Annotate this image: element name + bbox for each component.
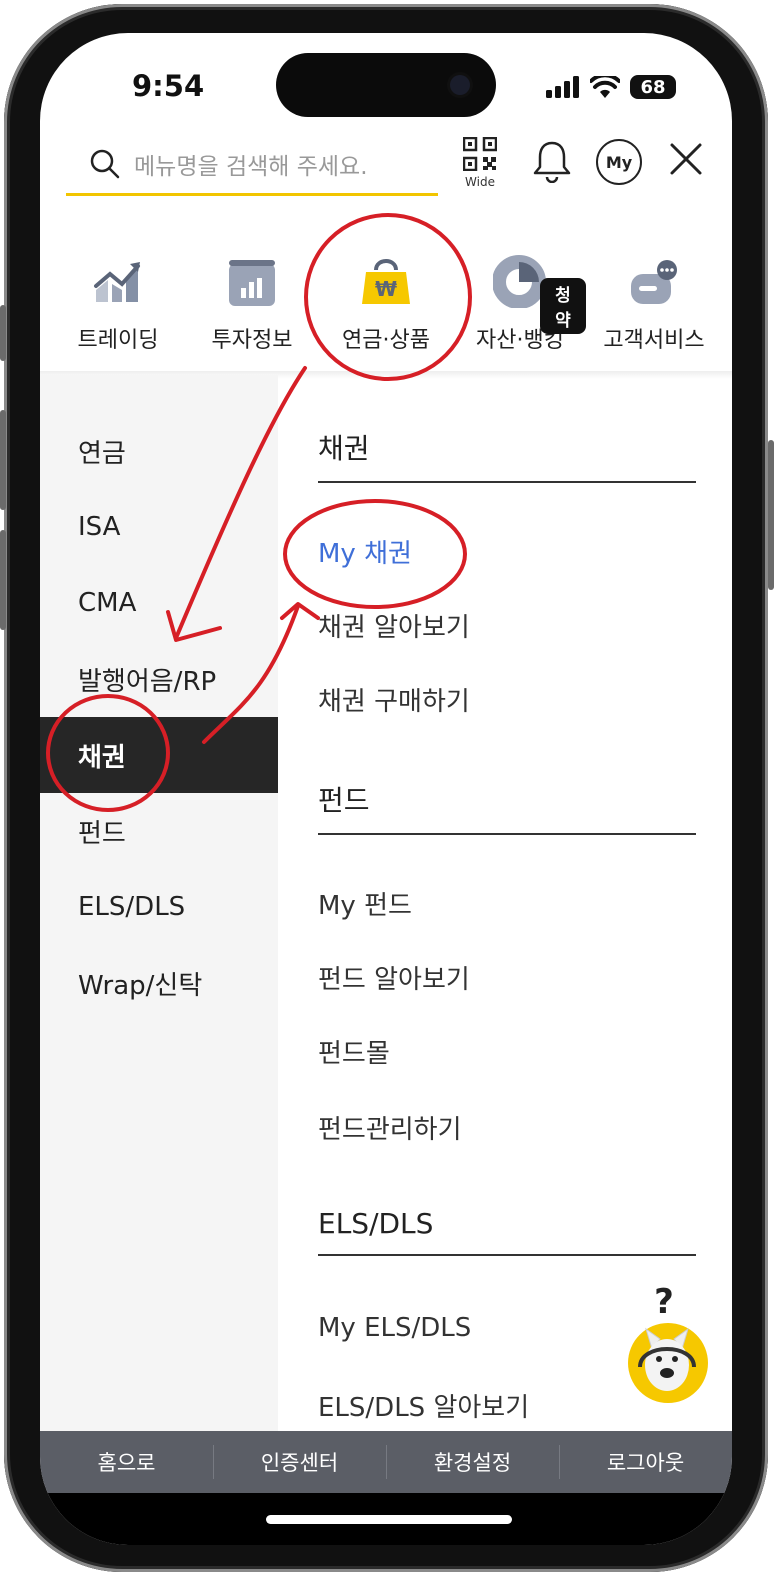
- wifi-icon: [590, 76, 620, 98]
- category-invest-info[interactable]: 투자정보: [186, 238, 318, 354]
- submenu-item[interactable]: My 펀드: [318, 885, 412, 922]
- bottom-bar: 홈으로 인증센터 환경설정 로그아웃: [40, 1431, 732, 1493]
- section-header: 펀드: [318, 779, 696, 835]
- submenu-item[interactable]: 펀드관리하기: [318, 1109, 462, 1146]
- submenu-item[interactable]: 채권 구매하기: [318, 681, 470, 718]
- submenu-item[interactable]: My ELS/DLS: [318, 1313, 471, 1343]
- notification-button[interactable]: [532, 139, 572, 187]
- category-label: 트레이딩: [77, 328, 159, 353]
- submenu-item[interactable]: 펀드몰: [318, 1033, 390, 1070]
- info-chart-icon: [229, 260, 275, 306]
- auth-center-link[interactable]: 인증센터: [213, 1431, 386, 1493]
- svg-text:?: ?: [654, 1282, 674, 1322]
- left-menu-item[interactable]: 연금: [40, 413, 278, 489]
- category-label: 투자정보: [211, 328, 293, 353]
- qr-code-icon: [462, 136, 498, 172]
- home-link[interactable]: 홈으로: [40, 1431, 213, 1493]
- volume-up-button: [0, 410, 6, 510]
- category-label: 고객서비스: [603, 328, 705, 353]
- won-bag-icon: ₩: [362, 259, 410, 304]
- settings-link[interactable]: 환경설정: [386, 1431, 559, 1493]
- section-header: ELS/DLS: [318, 1207, 696, 1256]
- signal-icon: [546, 76, 579, 98]
- left-menu-item-active[interactable]: 채권: [40, 717, 278, 793]
- subscription-badge: 청약: [540, 278, 586, 334]
- qr-wide-button[interactable]: Wide: [460, 136, 500, 189]
- battery-indicator: 68: [630, 75, 676, 99]
- search-placeholder: 메뉴명을 검색해 주세요.: [134, 154, 368, 180]
- chatbot-button[interactable]: ?: [622, 1279, 712, 1409]
- submenu-item[interactable]: ELS/DLS 알아보기: [318, 1387, 529, 1424]
- section-title: ELS/DLS: [318, 1207, 696, 1256]
- left-menu-item[interactable]: 발행어음/RP: [40, 641, 278, 717]
- submenu-item[interactable]: 채권 알아보기: [318, 607, 470, 644]
- category-tabs: 트레이딩 투자정보 ₩ 연금·상품 청약 자산·뱅킹 고객서비스: [40, 238, 732, 378]
- left-menu-item[interactable]: Wrap/신탁: [40, 945, 278, 1021]
- category-trading[interactable]: 트레이딩: [52, 238, 184, 354]
- close-button[interactable]: [668, 141, 704, 181]
- menu-search-input[interactable]: 메뉴명을 검색해 주세요.: [66, 135, 438, 196]
- pie-chart-icon: [493, 255, 546, 308]
- phone-frame: 9:54 68 메뉴명을 검색해 주세요. Wide My 트레이딩 투자정보 …: [0, 0, 774, 1577]
- section-title: 채권: [318, 427, 696, 483]
- section-header: 채권: [318, 427, 696, 483]
- bell-icon: [533, 141, 571, 184]
- power-button: [768, 440, 774, 590]
- dynamic-island: [276, 53, 496, 117]
- chat-card-icon: [631, 260, 677, 304]
- category-customer-service[interactable]: 고객서비스: [588, 238, 720, 354]
- section-title: 펀드: [318, 779, 696, 835]
- my-button[interactable]: My: [596, 139, 642, 185]
- category-label: 연금·상품: [342, 328, 430, 353]
- left-menu-item[interactable]: ISA: [40, 489, 278, 565]
- left-menu-item[interactable]: 펀드: [40, 793, 278, 869]
- action-button: [0, 305, 6, 361]
- home-indicator[interactable]: [266, 1515, 512, 1524]
- screen: 9:54 68 메뉴명을 검색해 주세요. Wide My 트레이딩 투자정보 …: [40, 33, 732, 1545]
- status-time: 9:54: [132, 69, 205, 103]
- qr-wide-label: Wide: [465, 175, 495, 189]
- trading-chart-icon: [94, 262, 140, 302]
- search-icon: [90, 149, 120, 179]
- svg-text:₩: ₩: [375, 277, 397, 301]
- left-menu-item[interactable]: ELS/DLS: [40, 869, 278, 945]
- category-assets-banking[interactable]: 청약 자산·뱅킹: [454, 238, 586, 354]
- camera-icon: [450, 75, 470, 95]
- left-menu: 연금 ISA CMA 발행어음/RP 채권 펀드 ELS/DLS Wrap/신탁: [40, 375, 278, 1435]
- left-menu-item[interactable]: CMA: [40, 565, 278, 641]
- volume-down-button: [0, 530, 6, 630]
- close-icon: [670, 143, 702, 175]
- logout-link[interactable]: 로그아웃: [559, 1431, 732, 1493]
- chatbot-mascot-icon: ?: [628, 1282, 708, 1403]
- category-pension-products[interactable]: ₩ 연금·상품: [320, 238, 452, 354]
- status-icons: 68: [546, 73, 676, 101]
- submenu-item[interactable]: 펀드 알아보기: [318, 959, 470, 996]
- submenu-item-highlighted[interactable]: My 채권: [318, 533, 412, 570]
